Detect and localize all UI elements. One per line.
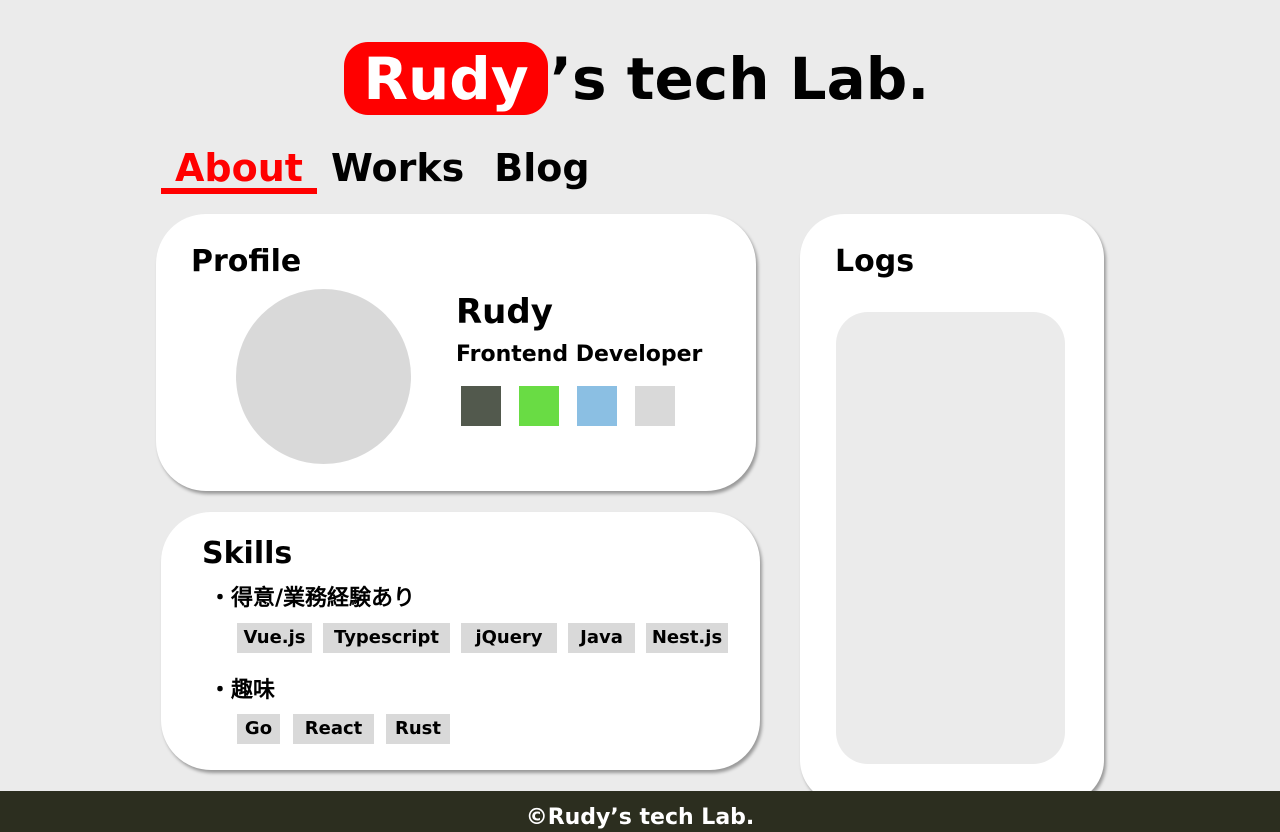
skill-section-heading-hobby: ・趣味 bbox=[209, 678, 276, 703]
profile-title: Profile bbox=[191, 244, 302, 279]
site-logo[interactable]: Rudy ’s tech Lab. bbox=[344, 42, 929, 115]
footer-copyright: ©Rudy’s tech Lab. bbox=[525, 805, 755, 830]
logo-text: ’s tech Lab. bbox=[550, 44, 930, 113]
swatch-blue[interactable] bbox=[577, 386, 617, 426]
skills-title: Skills bbox=[202, 536, 293, 571]
nav-item-about[interactable]: About bbox=[161, 142, 317, 194]
skill-tag: Nest.js bbox=[646, 623, 728, 653]
profile-name: Rudy bbox=[456, 292, 553, 332]
logs-panel[interactable] bbox=[836, 312, 1065, 764]
skill-tag: Typescript bbox=[323, 623, 450, 653]
logs-title: Logs bbox=[835, 244, 915, 279]
logo-highlight-badge: Rudy bbox=[344, 42, 548, 115]
nav-item-blog[interactable]: Blog bbox=[494, 142, 589, 194]
skill-tag: Go bbox=[237, 714, 280, 744]
swatch-green[interactable] bbox=[519, 386, 559, 426]
avatar bbox=[236, 289, 411, 464]
skill-tag: Vue.js bbox=[237, 623, 312, 653]
logs-card: Logs bbox=[800, 214, 1104, 804]
skills-card: Skills ・得意/業務経験あり Vue.js Typescript jQue… bbox=[161, 512, 760, 770]
skill-tag: Rust bbox=[386, 714, 450, 744]
swatch-gray[interactable] bbox=[635, 386, 675, 426]
profile-card: Profile Rudy Frontend Developer bbox=[156, 214, 756, 491]
skill-section-heading-work: ・得意/業務経験あり bbox=[209, 586, 416, 611]
skill-tags-work: Vue.js Typescript jQuery Java Nest.js bbox=[237, 623, 739, 653]
profile-role: Frontend Developer bbox=[456, 342, 703, 367]
color-swatches bbox=[461, 386, 693, 426]
skill-tag: jQuery bbox=[461, 623, 557, 653]
skill-tags-hobby: Go React Rust bbox=[237, 714, 461, 744]
footer: ©Rudy’s tech Lab. bbox=[0, 791, 1280, 832]
swatch-dark-green[interactable] bbox=[461, 386, 501, 426]
main-nav: About Works Blog bbox=[161, 142, 590, 196]
nav-item-works[interactable]: Works bbox=[331, 142, 464, 194]
skill-tag: Java bbox=[568, 623, 635, 653]
skill-tag: React bbox=[293, 714, 374, 744]
